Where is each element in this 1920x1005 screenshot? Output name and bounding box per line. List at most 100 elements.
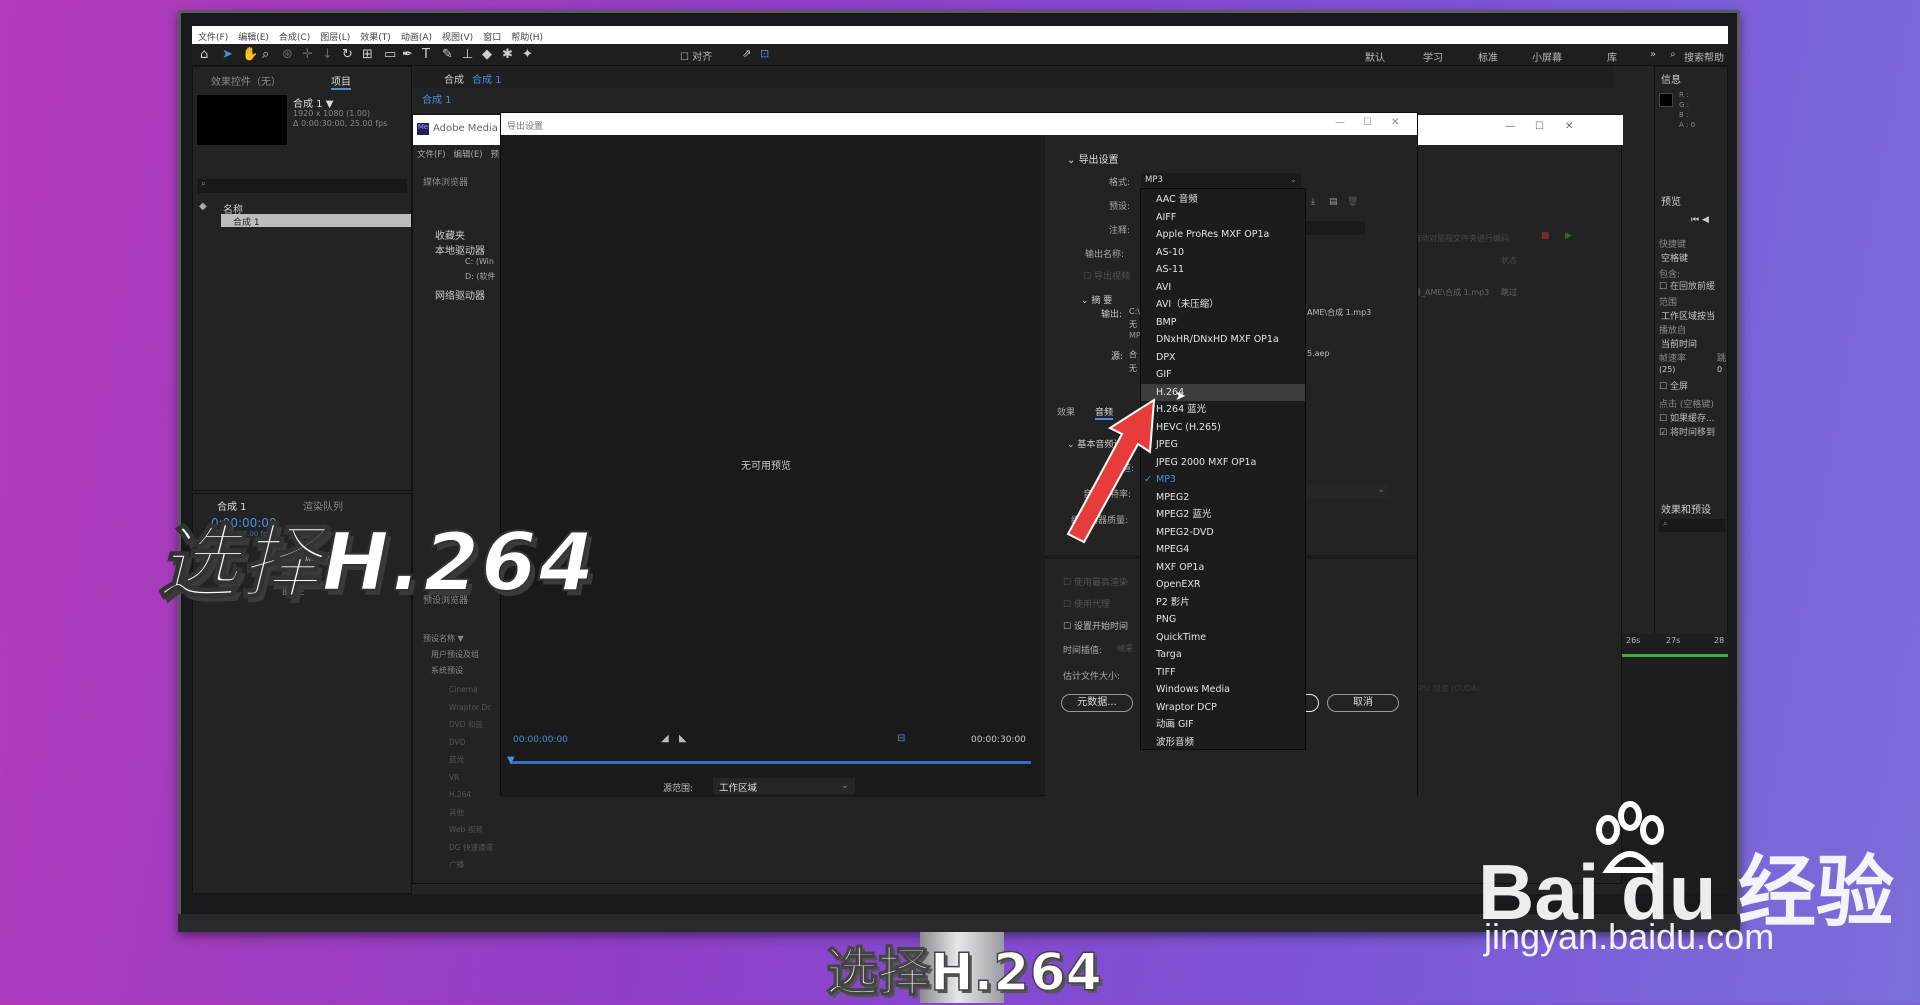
stamp-tool-icon[interactable]: ⊥ bbox=[462, 47, 473, 62]
cancel-button[interactable]: 取消 bbox=[1327, 694, 1399, 712]
rect-tool-icon[interactable]: ▭ bbox=[384, 47, 396, 62]
project-search[interactable]: ⌕ bbox=[197, 179, 407, 193]
gpu-renderer[interactable]: GPU 加速 (CUDA) bbox=[1413, 683, 1480, 694]
network-drives-item[interactable]: 网络驱动器 bbox=[435, 287, 485, 302]
hand-tool-icon[interactable]: ✋ bbox=[242, 47, 258, 62]
export-maximize-icon[interactable]: ☐ bbox=[1363, 117, 1372, 128]
format-option[interactable]: AVI（未压缩） bbox=[1141, 296, 1305, 313]
format-option[interactable]: H.264 蓝光 bbox=[1141, 401, 1305, 418]
export-video-checkbox[interactable]: ☐ 导出视频 bbox=[1083, 269, 1130, 282]
comp-subtab[interactable]: 合成 1 bbox=[422, 91, 452, 106]
format-option[interactable]: Targa bbox=[1141, 646, 1305, 663]
format-select[interactable]: MP3 ⌄ bbox=[1141, 173, 1301, 187]
ame-menu-file[interactable]: 文件(F) bbox=[417, 148, 446, 160]
format-option[interactable]: AIFF bbox=[1141, 209, 1305, 226]
puppet-tool-icon[interactable]: ✦ bbox=[522, 47, 533, 62]
move-time-checkbox[interactable]: ☑ 将时间移到 bbox=[1659, 425, 1715, 438]
format-option[interactable]: AS-10 bbox=[1141, 244, 1305, 261]
project-item-row[interactable]: 合成 1 bbox=[221, 214, 411, 228]
zoom-tool-icon[interactable]: ⌕ bbox=[262, 47, 269, 62]
format-option[interactable]: MPEG4 bbox=[1141, 541, 1305, 558]
more-workspaces-icon[interactable]: » bbox=[1650, 49, 1656, 60]
type-tool-icon[interactable]: T bbox=[422, 47, 430, 62]
preset-bluray[interactable]: 蓝光 bbox=[449, 751, 493, 769]
workspace-learn[interactable]: 学习 bbox=[1423, 49, 1443, 64]
format-option[interactable]: DNxHR/DNxHD MXF OP1a bbox=[1141, 331, 1305, 348]
menu-view[interactable]: 视图(V) bbox=[442, 30, 473, 43]
delete-preset-icon[interactable]: 🗑 bbox=[1347, 197, 1358, 207]
ame-menu-edit[interactable]: 编辑(E) bbox=[454, 148, 483, 160]
mark-out-icon[interactable]: ◣ bbox=[679, 733, 687, 744]
format-option[interactable]: AVI bbox=[1141, 279, 1305, 296]
format-option[interactable]: Wraptor DCP bbox=[1141, 699, 1305, 716]
format-option[interactable]: QuickTime bbox=[1141, 629, 1305, 646]
playhead-icon[interactable]: ▼ bbox=[507, 755, 515, 766]
play-from-value[interactable]: 当前时间 bbox=[1661, 337, 1697, 350]
metadata-button[interactable]: 元数据... bbox=[1061, 694, 1133, 712]
local-drives-item[interactable]: 本地驱动器 bbox=[435, 242, 485, 257]
align-checkbox[interactable]: ☐ 对齐 bbox=[680, 48, 712, 63]
menu-help[interactable]: 帮助(H) bbox=[511, 30, 543, 43]
export-close-icon[interactable]: ✕ bbox=[1391, 117, 1399, 128]
workspace-standard[interactable]: 标准 bbox=[1478, 49, 1498, 64]
system-presets-item[interactable]: 系统预设 bbox=[431, 665, 463, 676]
range-value[interactable]: 工作区域按当 bbox=[1661, 309, 1715, 322]
pen-tool-icon[interactable]: ✒ bbox=[402, 47, 413, 62]
dolly-tool-icon[interactable]: ↓ bbox=[322, 47, 333, 62]
preset-cinema[interactable]: Cinema bbox=[449, 681, 493, 699]
rotate-tool-icon[interactable]: ↻ bbox=[342, 47, 353, 62]
format-option[interactable]: P2 影片 bbox=[1141, 594, 1305, 611]
format-option[interactable]: H.264 bbox=[1141, 383, 1305, 401]
use-proxy-checkbox[interactable]: ☐ 使用代理 bbox=[1063, 597, 1110, 610]
fit-icon[interactable]: ⊟ bbox=[897, 733, 905, 744]
orbit-tool-icon[interactable]: ⊛ bbox=[282, 47, 293, 62]
preset-broadcast[interactable]: 广播 bbox=[449, 856, 493, 874]
format-option[interactable]: 动画 GIF bbox=[1141, 716, 1305, 733]
menu-edit[interactable]: 编辑(E) bbox=[238, 30, 269, 43]
work-area-bar[interactable] bbox=[1622, 654, 1728, 657]
favorites-item[interactable]: 收藏夹 bbox=[435, 227, 465, 242]
preview-timeline-bar[interactable] bbox=[511, 761, 1031, 764]
format-option[interactable]: AAC 音频 bbox=[1141, 191, 1305, 208]
queue-item-path[interactable]: 目_AME\合成 1.mp3 bbox=[1413, 287, 1489, 298]
format-option[interactable]: GIF bbox=[1141, 366, 1305, 383]
preset-dvd-bluray[interactable]: DVD 和蓝 bbox=[449, 716, 493, 734]
format-option[interactable]: JPEG 2000 MXF OP1a bbox=[1141, 454, 1305, 471]
preset-dg[interactable]: DG 快速通道 bbox=[449, 839, 493, 857]
format-option[interactable]: MPEG2 bbox=[1141, 489, 1305, 506]
selection-tool-icon[interactable]: ➤ bbox=[222, 47, 233, 62]
save-preset-icon[interactable]: ⤓ bbox=[1311, 197, 1315, 207]
drive-c-item[interactable]: C: (Win bbox=[465, 257, 494, 266]
fullscreen-checkbox[interactable]: ☐ 全屏 bbox=[1659, 379, 1688, 392]
format-option[interactable]: DPX bbox=[1141, 349, 1305, 366]
preset-other[interactable]: 其他 bbox=[449, 804, 493, 822]
max-render-checkbox[interactable]: ☐ 使用最高渲染 bbox=[1063, 575, 1128, 588]
format-option[interactable]: Apple ProRes MXF OP1a bbox=[1141, 226, 1305, 243]
format-option[interactable]: JPEG bbox=[1141, 436, 1305, 453]
source-range-select[interactable]: 工作区域 ⌄ bbox=[713, 778, 855, 794]
shortcut-value[interactable]: 空格键 bbox=[1661, 251, 1688, 264]
preset-wraptor[interactable]: Wraptor Dc bbox=[449, 699, 493, 717]
menu-window[interactable]: 窗口 bbox=[483, 30, 501, 43]
workspace-default[interactable]: 默认 bbox=[1365, 49, 1385, 64]
brush-tool-icon[interactable]: ✎ bbox=[442, 47, 453, 62]
snap-icon[interactable]: ⇗ bbox=[742, 47, 751, 60]
start-queue-icon[interactable]: ▶ bbox=[1565, 231, 1572, 241]
menu-effect[interactable]: 效果(T) bbox=[360, 30, 391, 43]
preview-first-frame-icon[interactable]: ⏮ ◀ bbox=[1691, 215, 1709, 225]
ame-close-icon[interactable]: ✕ bbox=[1565, 121, 1573, 132]
ame-minimize-icon[interactable]: — bbox=[1505, 121, 1515, 132]
user-presets-item[interactable]: 用户预设及组 bbox=[431, 649, 479, 660]
skip-value[interactable]: 0 bbox=[1717, 365, 1722, 374]
format-option[interactable]: ✓ MP3 bbox=[1141, 471, 1305, 488]
loop-checkbox[interactable]: ☐ 在回放前缓 bbox=[1659, 279, 1715, 292]
search-icon[interactable]: ⌕ bbox=[1670, 49, 1676, 60]
format-option[interactable]: AS-11 bbox=[1141, 261, 1305, 278]
format-option[interactable]: TIFF bbox=[1141, 664, 1305, 681]
preset-vr[interactable]: VR bbox=[449, 769, 493, 787]
mark-in-icon[interactable]: ◢ bbox=[661, 733, 669, 744]
tab-project[interactable]: 项目 bbox=[331, 73, 351, 90]
preset-dvd[interactable]: DVD bbox=[449, 734, 493, 752]
workspace-small-screen[interactable]: 小屏幕 bbox=[1532, 49, 1562, 64]
preset-name-header[interactable]: 预设名称 ▼ bbox=[423, 633, 464, 644]
